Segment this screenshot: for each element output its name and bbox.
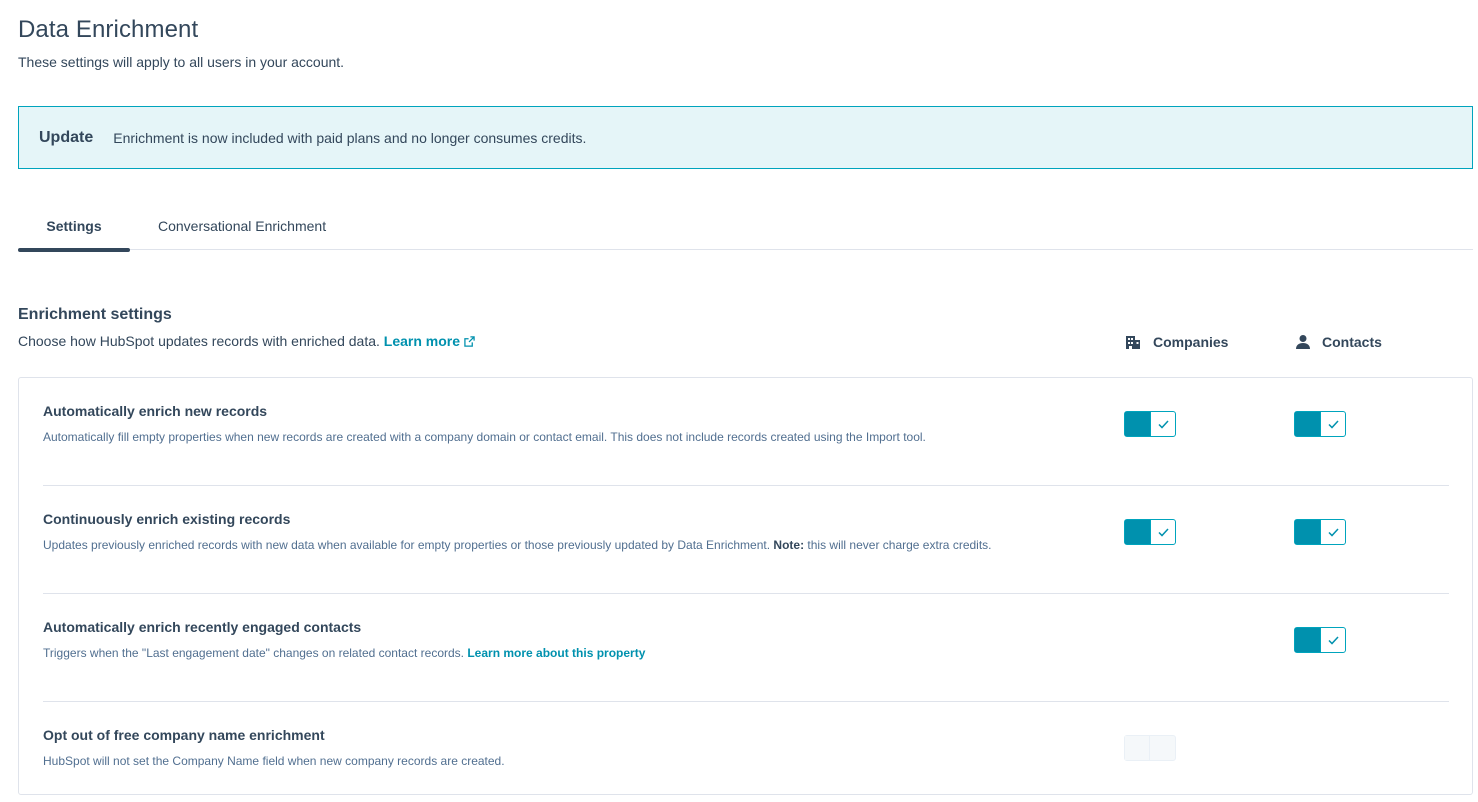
setting-description: HubSpot will not set the Company Name fi… bbox=[43, 754, 505, 768]
companies-column-header: Companies bbox=[1125, 334, 1228, 350]
setting-description: Triggers when the "Last engagement date"… bbox=[43, 646, 645, 660]
toggle-knob bbox=[1125, 520, 1150, 544]
external-link-icon bbox=[464, 334, 475, 350]
setting-description-text: Updates previously enriched records with… bbox=[43, 538, 771, 552]
page-title: Data Enrichment bbox=[18, 16, 199, 43]
learn-more-property-link[interactable]: Learn more about this property bbox=[467, 646, 645, 660]
section-description-text: Choose how HubSpot updates records with … bbox=[18, 333, 380, 349]
setting-title: Continuously enrich existing records bbox=[43, 511, 291, 527]
toggle-knob bbox=[1295, 520, 1320, 544]
setting-title: Automatically enrich recently engaged co… bbox=[43, 619, 362, 635]
toggle-knob bbox=[1295, 412, 1320, 436]
toggle-knob bbox=[1125, 736, 1150, 760]
companies-opt-out-company-name-toggle[interactable] bbox=[1124, 735, 1176, 761]
checkmark-icon bbox=[1320, 412, 1345, 436]
toggle-track bbox=[1150, 736, 1175, 760]
checkmark-icon bbox=[1150, 412, 1175, 436]
building-icon bbox=[1125, 334, 1141, 350]
companies-enrich-new-records-toggle[interactable] bbox=[1124, 411, 1176, 437]
setting-row-opt-out-company-name: Opt out of free company name enrichment … bbox=[43, 702, 1449, 802]
page-subtitle: These settings will apply to all users i… bbox=[18, 54, 345, 70]
enrichment-settings-card: Automatically enrich new records Automat… bbox=[18, 377, 1473, 795]
section-title: Enrichment settings bbox=[18, 306, 172, 323]
section-description: Choose how HubSpot updates records with … bbox=[18, 333, 475, 350]
checkmark-icon bbox=[1150, 520, 1175, 544]
contacts-enrich-engaged-contacts-toggle[interactable] bbox=[1294, 627, 1346, 653]
tab-settings[interactable]: Settings bbox=[18, 202, 130, 252]
learn-more-label: Learn more bbox=[383, 333, 461, 349]
alert-text: Enrichment is now included with paid pla… bbox=[113, 129, 587, 146]
setting-description: Automatically fill empty properties when… bbox=[43, 430, 926, 444]
companies-column-label: Companies bbox=[1153, 334, 1229, 350]
tab-bar: Settings Conversational Enrichment bbox=[18, 202, 1473, 252]
setting-description-text: Triggers when the "Last engagement date"… bbox=[43, 646, 464, 660]
checkmark-icon bbox=[1320, 520, 1345, 544]
toggle-knob bbox=[1125, 412, 1150, 436]
setting-row-enrich-existing-records: Continuously enrich existing records Upd… bbox=[43, 486, 1449, 594]
alert-title: Update bbox=[39, 128, 94, 146]
setting-title: Automatically enrich new records bbox=[43, 403, 268, 419]
contacts-enrich-new-records-toggle[interactable] bbox=[1294, 411, 1346, 437]
setting-row-enrich-engaged-contacts: Automatically enrich recently engaged co… bbox=[43, 594, 1449, 702]
contacts-enrich-existing-records-toggle[interactable] bbox=[1294, 519, 1346, 545]
setting-description: Updates previously enriched records with… bbox=[43, 538, 992, 552]
note-text: this will never charge extra credits. bbox=[807, 538, 992, 552]
companies-enrich-existing-records-toggle[interactable] bbox=[1124, 519, 1176, 545]
setting-title: Opt out of free company name enrichment bbox=[43, 727, 325, 743]
contacts-column-label: Contacts bbox=[1322, 334, 1382, 350]
update-alert: Update Enrichment is now included with p… bbox=[18, 106, 1473, 169]
person-icon bbox=[1296, 334, 1310, 350]
toggle-knob bbox=[1295, 628, 1320, 652]
setting-row-enrich-new-records: Automatically enrich new records Automat… bbox=[43, 378, 1449, 486]
learn-more-link[interactable]: Learn more bbox=[384, 333, 475, 349]
note-label: Note: bbox=[773, 538, 805, 552]
checkmark-icon bbox=[1320, 628, 1345, 652]
tab-conversational-enrichment[interactable]: Conversational Enrichment bbox=[130, 202, 326, 250]
contacts-column-header: Contacts bbox=[1296, 334, 1382, 350]
